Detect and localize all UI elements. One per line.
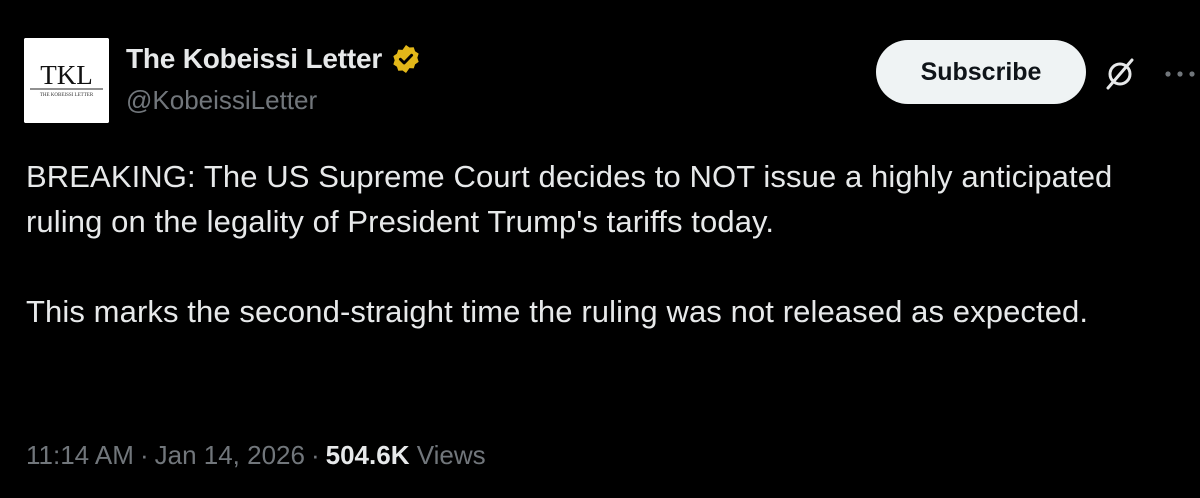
tweet-paragraph: This marks the second-straight time the …: [26, 294, 1089, 329]
views-label: Views: [416, 440, 486, 470]
tweet-meta: 11:14 AM · Jan 14, 2026 · 504.6K Views: [26, 437, 486, 473]
meta-separator: ·: [310, 440, 320, 470]
tweet-text: BREAKING: The US Supreme Court decides t…: [26, 154, 1176, 334]
avatar-logo-subtext: THE KOBEISSI LETTER: [40, 93, 94, 98]
author-display-name[interactable]: The Kobeissi Letter: [126, 42, 382, 76]
tweet-paragraph: BREAKING: The US Supreme Court decides t…: [26, 159, 1113, 239]
author-handle[interactable]: @KobeissiLetter: [126, 84, 317, 116]
views-count: 504.6K: [325, 440, 410, 470]
author-name-row: The Kobeissi Letter: [126, 42, 422, 76]
meta-separator: ·: [139, 440, 149, 470]
subscribe-button[interactable]: Subscribe: [876, 40, 1086, 104]
tweet-date[interactable]: Jan 14, 2026: [155, 440, 305, 470]
tweet-time[interactable]: 11:14 AM: [26, 440, 134, 470]
avatar[interactable]: TKL THE KOBEISSI LETTER: [24, 38, 109, 123]
verified-badge-icon[interactable]: [390, 43, 422, 75]
avatar-logo-text: TKL: [40, 60, 92, 90]
